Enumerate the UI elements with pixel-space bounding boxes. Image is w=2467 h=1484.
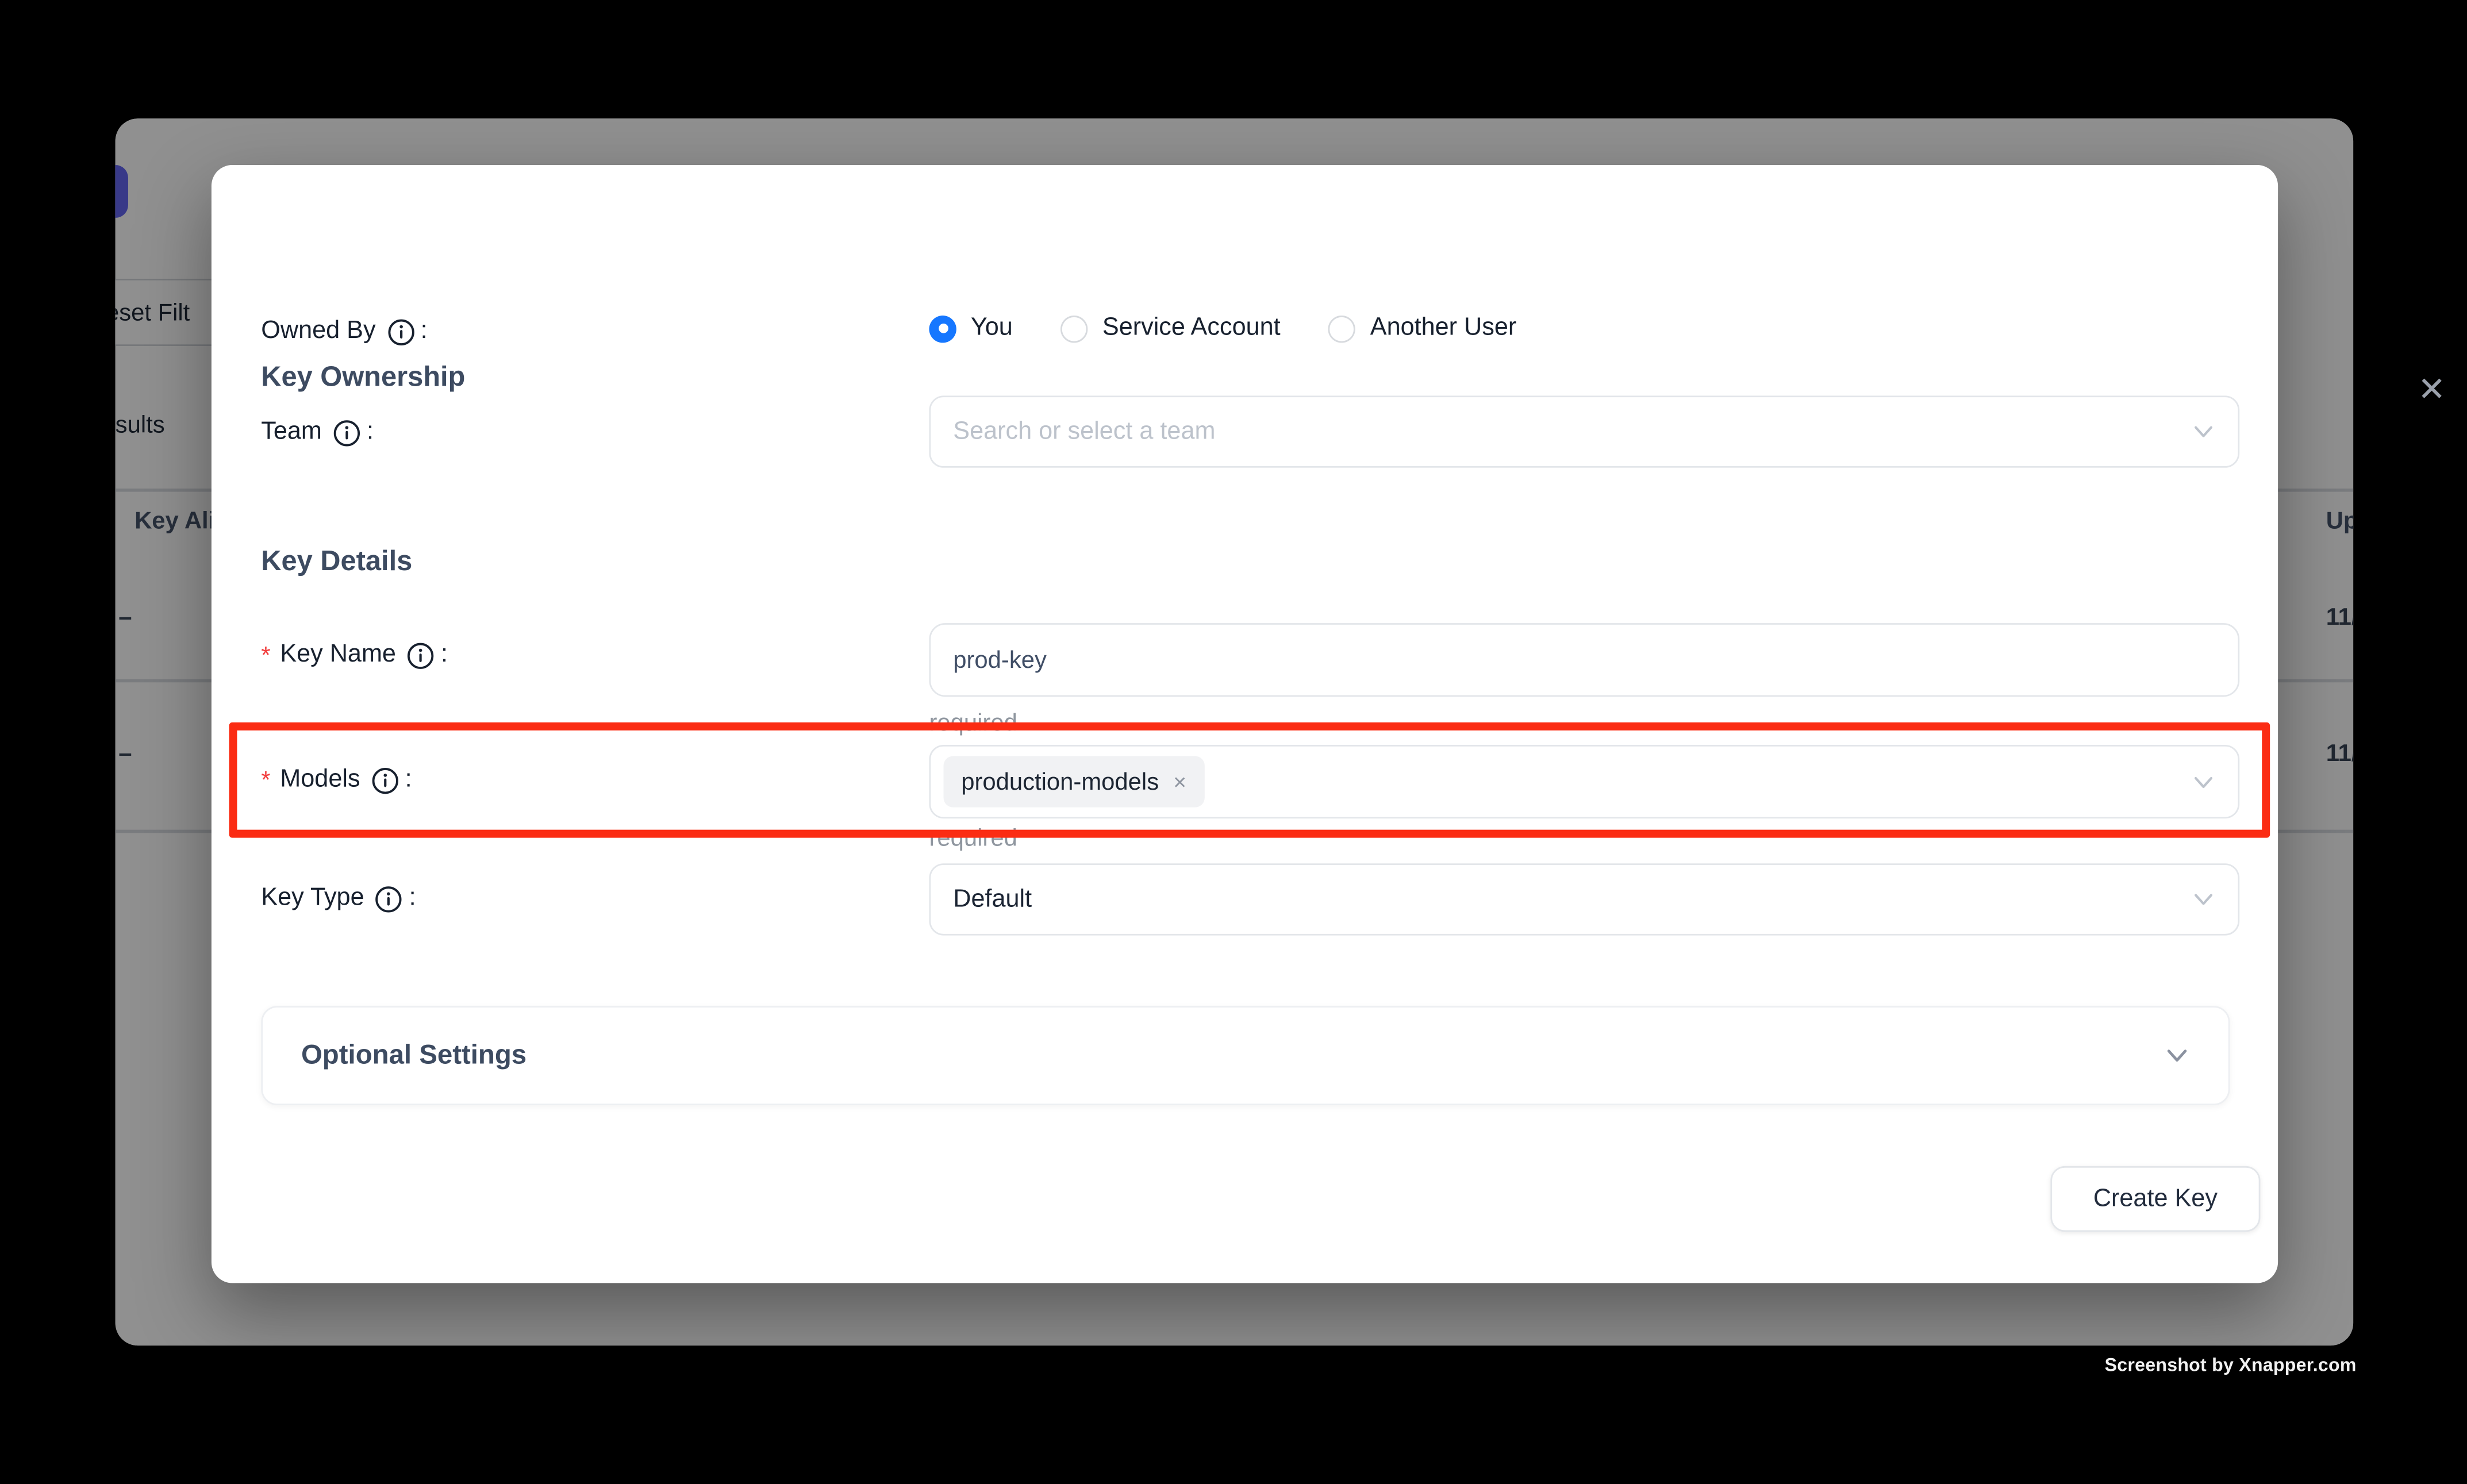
key-type-value: Default	[953, 885, 1032, 914]
radio-option-you[interactable]: You	[929, 314, 1012, 343]
chevron-down-icon	[2192, 887, 2216, 912]
radio-label: You	[971, 314, 1013, 343]
optional-settings-title: Optional Settings	[301, 1040, 527, 1072]
radio-icon	[1060, 315, 1088, 342]
key-name-input[interactable]: prod-key	[929, 623, 2239, 697]
required-asterisk: *	[261, 767, 270, 794]
close-icon[interactable]: ✕	[2410, 367, 2454, 412]
owned-by-label-text: Owned By	[261, 317, 375, 346]
owned-by-radio-group: You Service Account Another User	[929, 314, 1516, 343]
models-label-text: Models	[280, 766, 360, 794]
label-colon: :	[421, 317, 428, 346]
key-name-value: prod-key	[953, 647, 1047, 674]
team-select-placeholder: Search or select a team	[953, 417, 1215, 446]
models-tag-text: production-models	[961, 768, 1159, 795]
chevron-down-icon	[2192, 420, 2216, 444]
chevron-down-icon	[2164, 1043, 2190, 1068]
key-name-label-text: Key Name	[280, 641, 396, 670]
info-icon[interactable]	[333, 419, 360, 446]
info-icon[interactable]	[371, 767, 398, 794]
chevron-down-icon	[2192, 770, 2216, 794]
key-name-required-hint: required	[929, 710, 1017, 737]
key-type-select[interactable]: Default	[929, 863, 2239, 935]
team-select[interactable]: Search or select a team	[929, 395, 2239, 467]
label-colon: :	[367, 418, 374, 447]
required-asterisk: *	[261, 641, 270, 668]
info-icon[interactable]	[375, 885, 402, 912]
label-colon: :	[441, 641, 448, 670]
section-title-key-ownership: Key Ownership	[261, 360, 465, 394]
radio-label: Service Account	[1102, 314, 1281, 343]
label-colon: :	[409, 884, 416, 913]
create-key-modal: ✕ Key Ownership Owned By : You Service A…	[212, 165, 2278, 1283]
key-type-label-text: Key Type	[261, 884, 364, 913]
optional-settings-toggle[interactable]: Optional Settings	[261, 1006, 2230, 1105]
create-key-button[interactable]: Create Key	[2050, 1166, 2260, 1232]
radio-option-another-user[interactable]: Another User	[1328, 314, 1516, 343]
models-selected-tag: production-models ×	[944, 756, 1204, 807]
radio-label: Another User	[1370, 314, 1517, 343]
tag-remove-icon[interactable]: ×	[1173, 769, 1186, 795]
label-colon: :	[405, 766, 412, 794]
owned-by-label: Owned By :	[261, 314, 427, 349]
radio-option-service-account[interactable]: Service Account	[1060, 314, 1280, 343]
radio-icon	[1328, 315, 1355, 342]
key-type-label: Key Type :	[261, 881, 416, 916]
key-name-label: * Key Name :	[261, 637, 448, 672]
team-label: Team :	[261, 415, 374, 450]
models-select[interactable]: production-models ×	[929, 745, 2239, 818]
screenshot-stage: eset Filt sults Key Alia Up – 11/ – 11/ …	[0, 0, 2467, 1484]
watermark-text: Screenshot by Xnapper.com	[2105, 1357, 2357, 1376]
team-label-text: Team	[261, 418, 322, 447]
radio-icon	[929, 315, 956, 342]
models-label: * Models :	[261, 763, 412, 798]
section-title-key-details: Key Details	[261, 545, 412, 579]
models-required-hint: required	[929, 825, 1017, 852]
info-icon[interactable]	[408, 641, 435, 668]
info-icon[interactable]	[387, 318, 414, 345]
